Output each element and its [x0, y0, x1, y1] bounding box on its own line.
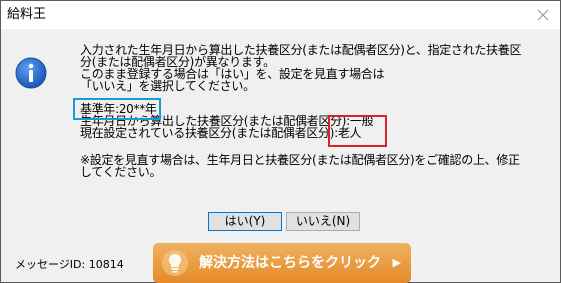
yes-button[interactable]: はい(Y) [208, 212, 282, 231]
message-dialog: 給料王 入力された生年月日から算出した扶養区分(または配偶者区分)と、指定された… [0, 0, 561, 283]
help-button-label: 解決方法はこちらをクリック [199, 255, 381, 271]
no-button[interactable]: いいえ(N) [286, 212, 360, 231]
arrow-right-icon: ▶ [392, 256, 401, 269]
note-line-2: してください。 [80, 165, 162, 179]
message-id: メッセージID: 10814 [15, 258, 124, 271]
current-category-label: 現在設定されている扶養区分(または配偶者区分): [80, 126, 338, 140]
dialog-body: 入力された生年月日から算出した扶養区分(または配偶者区分)と、指定された扶養区 … [1, 29, 560, 283]
category-value-highlight [328, 115, 387, 147]
lightbulb-icon [162, 250, 188, 276]
close-button[interactable] [528, 3, 558, 27]
title-bar: 給料王 [1, 1, 560, 29]
close-icon [537, 9, 549, 21]
current-category-row: 現在設定されている扶養区分(または配偶者区分):老人 [80, 126, 362, 140]
window-title: 給料王 [7, 7, 47, 22]
message-line-4: 「いいえ」を選択してください。 [80, 79, 255, 93]
help-solution-button[interactable]: 解決方法はこちらをクリック ▶ [153, 243, 411, 283]
info-icon [15, 57, 47, 89]
base-year-highlight [73, 98, 161, 120]
